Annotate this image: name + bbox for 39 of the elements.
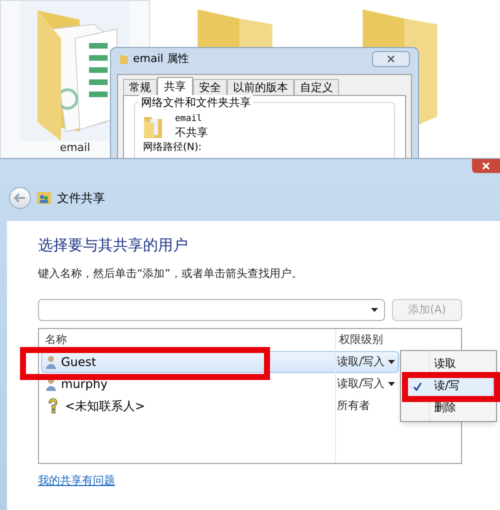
field-label: 网络路径(N):	[143, 141, 203, 155]
dropdown-arrow-icon	[388, 382, 395, 386]
permission-level: 读取/写入	[337, 376, 385, 392]
back-button[interactable]	[9, 187, 31, 209]
menu-item[interactable]: 读取	[403, 353, 494, 375]
permission-level: 所有者	[337, 398, 370, 414]
users-icon	[37, 191, 51, 205]
close-button[interactable]	[472, 159, 500, 173]
column-header[interactable]: 权限级别	[335, 332, 383, 348]
dropdown-arrow-icon	[371, 308, 378, 312]
tab[interactable]: 自定义	[294, 79, 339, 95]
dropdown-arrow-icon	[388, 360, 395, 364]
window-title: email 属性	[133, 50, 189, 67]
user-row[interactable]: murphy 读取/写入	[41, 373, 399, 395]
file-label: email	[60, 141, 90, 154]
tab[interactable]: 共享	[157, 77, 193, 96]
tab[interactable]: 安全	[193, 79, 227, 95]
column-header[interactable]: 名称	[39, 332, 335, 348]
help-link[interactable]: 我的共享有问题	[38, 473, 115, 490]
close-button[interactable]	[372, 51, 410, 67]
window-title: 文件共享	[57, 190, 105, 207]
user-icon	[45, 355, 57, 369]
back-arrow-icon	[14, 193, 26, 203]
instruction-text: 键入名称，然后单击“添加”，或者单击箭头查找用户。	[38, 267, 304, 281]
tab[interactable]: 常规	[123, 79, 157, 95]
user-icon	[45, 377, 57, 391]
tab[interactable]: 以前的版本	[227, 79, 294, 95]
close-icon	[387, 55, 395, 63]
folder-name: email	[175, 113, 204, 126]
permission-level: 读取/写入	[337, 354, 385, 370]
user-row[interactable]: <未知联系人> 所有者	[41, 395, 399, 417]
close-icon	[482, 162, 490, 170]
share-status: 不共享	[175, 126, 208, 139]
user-row[interactable]: Guest 读取/写入	[41, 351, 399, 373]
user-combo-box[interactable]	[38, 299, 385, 321]
dialog-heading: 选择要与其共享的用户	[38, 235, 189, 255]
user-name: <未知联系人>	[65, 398, 146, 415]
user-name: murphy	[61, 376, 108, 393]
user-name: Guest	[61, 354, 96, 371]
